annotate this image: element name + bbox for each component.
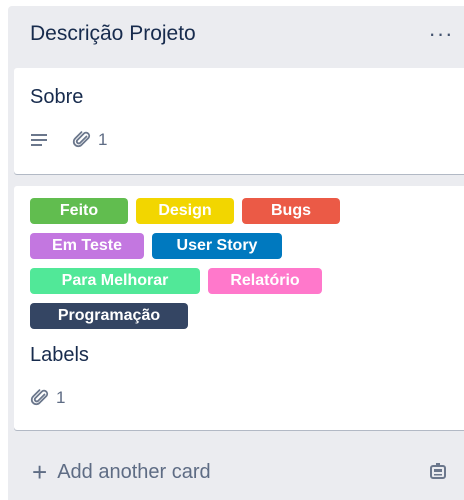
attachment-icon [72,130,92,150]
attachment-count: 1 [56,388,66,407]
label-em-teste[interactable]: Em Teste [30,233,144,259]
more-horizontal-icon: ··· [428,21,454,46]
label-bugs[interactable]: Bugs [242,198,340,224]
list-column: Descrição Projeto ··· Sobre 1 Feito Desi… [8,6,464,500]
card-sobre[interactable]: Sobre 1 [14,68,464,174]
card-template-icon[interactable] [428,462,448,482]
plus-icon: + [32,457,48,487]
card-labels[interactable]: Feito Design Bugs Em Teste User Story Pa… [14,186,464,430]
add-card-label: Add another card [57,460,211,483]
card-labels-list: Feito Design Bugs Em Teste User Story Pa… [30,198,350,338]
list-header[interactable]: Descrição Projeto ··· [8,6,464,64]
list-title[interactable]: Descrição Projeto [30,22,196,46]
attachment-count: 1 [98,130,108,149]
card-title: Sobre [30,86,84,108]
attachment-icon [30,388,50,408]
add-card-button[interactable]: + Add another card [14,452,211,492]
description-icon [30,132,48,148]
card-badges: 1 [30,130,107,150]
label-user-story[interactable]: User Story [152,233,282,259]
list-menu-button[interactable]: ··· [424,20,458,48]
card-title: Labels [30,344,89,366]
label-relatorio[interactable]: Relatório [208,268,322,294]
label-programacao[interactable]: Programação [30,303,188,329]
label-feito[interactable]: Feito [30,198,128,224]
label-para-melhorar[interactable]: Para Melhorar [30,268,200,294]
label-design[interactable]: Design [136,198,234,224]
card-badges: 1 [30,388,65,408]
